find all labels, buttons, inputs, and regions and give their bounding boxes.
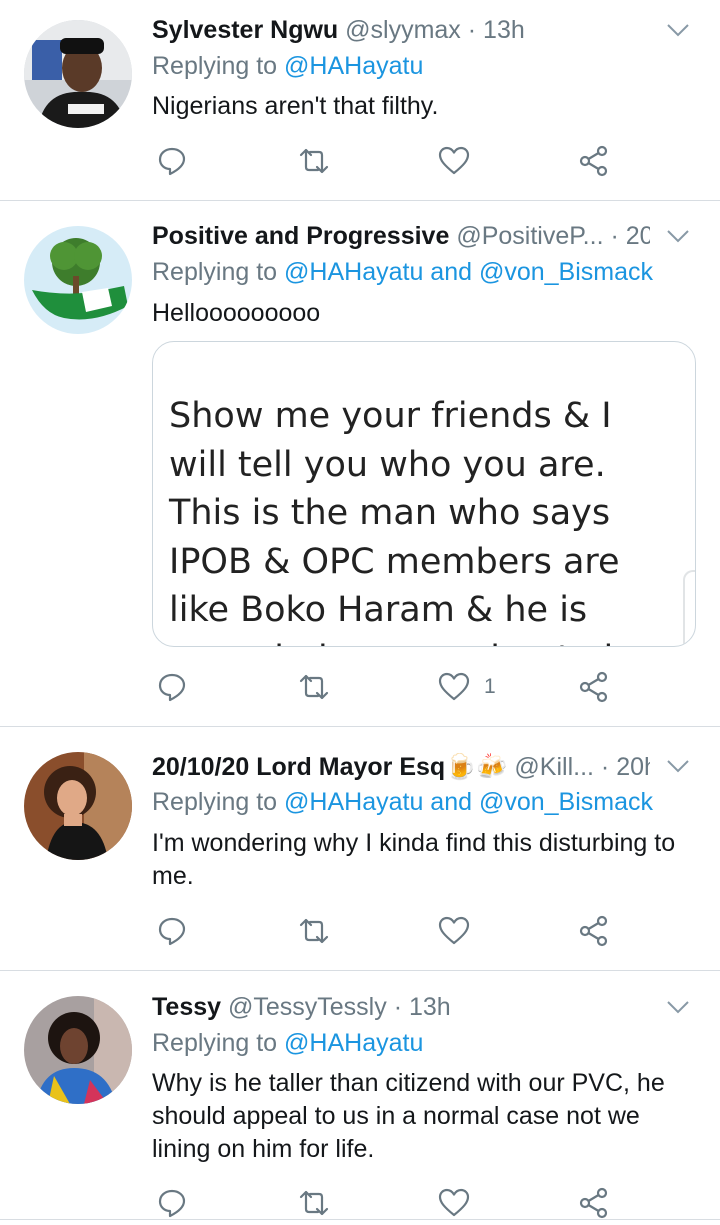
mention-link[interactable]: @HAHayatu — [284, 52, 423, 80]
reply-icon — [158, 673, 186, 702]
replying-label: Replying to — [152, 788, 285, 816]
mention-link[interactable]: @von_Bismack — [479, 788, 653, 816]
like-count: 1 — [484, 675, 496, 698]
like-button[interactable] — [438, 1183, 484, 1223]
share-button[interactable] — [578, 667, 610, 707]
separator-dot: · — [600, 753, 610, 781]
like-icon — [438, 1188, 470, 1217]
tweet-header: Positive and Progressive @PositiveP... ·… — [152, 222, 650, 251]
share-button[interactable] — [578, 911, 610, 951]
share-icon — [579, 145, 608, 177]
reply-icon — [158, 917, 186, 946]
mention-link[interactable]: @von_Bismack — [479, 258, 653, 286]
share-icon — [579, 1187, 608, 1219]
tweet-header: Tessy @TessyTessly · 13h — [152, 993, 650, 1022]
tweet-actions: 1 — [0, 667, 720, 707]
media-scroll-edge — [683, 570, 695, 646]
replying-label: Replying to — [152, 1029, 285, 1057]
tweet-actions — [0, 141, 720, 181]
chevron-down-icon[interactable] — [666, 18, 690, 42]
mention-link[interactable]: @HAHayatu — [284, 258, 423, 286]
like-button[interactable]: 1 — [438, 667, 496, 707]
replying-label: Replying to — [152, 52, 285, 80]
quoted-text: Show me your friends & I will tell you w… — [169, 396, 635, 646]
quoted-media-card[interactable]: Show me your friends & I will tell you w… — [152, 341, 696, 647]
user-handle[interactable]: @PositiveP... — [456, 222, 603, 250]
reply-button[interactable] — [156, 667, 188, 707]
replying-to: Replying to @HAHayatu and @von_Bismack — [152, 258, 653, 287]
share-button[interactable] — [578, 141, 610, 181]
display-name[interactable]: Tessy — [152, 993, 221, 1021]
user-handle[interactable]: @slyymax — [345, 16, 461, 44]
tweet-text: Nigerians aren't that filthy. — [152, 92, 439, 120]
timestamp[interactable]: 20h — [616, 753, 650, 781]
like-button[interactable] — [438, 141, 484, 181]
reply-button[interactable] — [156, 1183, 188, 1223]
tweet-text: Why is he taller than citizend with our … — [152, 1069, 665, 1163]
replying-to: Replying to @HAHayatu — [152, 1029, 423, 1058]
tweet-3[interactable]: 20/10/20 Lord Mayor Esq🍺🍻 @Kill... · 20h… — [0, 727, 720, 971]
separator-dot: · — [393, 993, 403, 1021]
replying-to: Replying to @HAHayatu — [152, 52, 423, 81]
replying-to: Replying to @HAHayatu and @von_Bismack — [152, 788, 653, 817]
retweet-button[interactable] — [298, 911, 330, 951]
tweet-4[interactable]: Tessy @TessyTessly · 13h Replying to @HA… — [0, 971, 720, 1220]
chevron-down-icon[interactable] — [666, 224, 690, 248]
mention-link[interactable]: @HAHayatu — [284, 788, 423, 816]
tweet-2[interactable]: Positive and Progressive @PositiveP... ·… — [0, 201, 720, 727]
timestamp[interactable]: 20h — [626, 222, 650, 250]
reply-icon — [158, 147, 186, 176]
display-name[interactable]: Sylvester Ngwu — [152, 16, 338, 44]
retweet-button[interactable] — [298, 141, 330, 181]
retweet-button[interactable] — [298, 667, 330, 707]
user-handle[interactable]: @Kill... — [514, 753, 594, 781]
separator-dot: · — [610, 222, 619, 250]
reply-button[interactable] — [156, 911, 188, 951]
retweet-icon — [299, 148, 329, 174]
replying-join: and — [423, 788, 479, 816]
retweet-icon — [299, 1190, 329, 1216]
share-button[interactable] — [578, 1183, 610, 1223]
like-icon — [438, 146, 470, 175]
reply-button[interactable] — [156, 141, 188, 181]
replying-join: and — [423, 258, 479, 286]
avatar[interactable] — [24, 996, 132, 1104]
name-emoji: 🍺🍻 — [445, 753, 508, 781]
retweet-button[interactable] — [298, 1183, 330, 1223]
mention-link[interactable]: @HAHayatu — [284, 1029, 423, 1057]
tweet-1[interactable]: Sylvester Ngwu @slyymax · 13h Replying t… — [0, 0, 720, 201]
tweet-actions — [0, 911, 720, 951]
like-button[interactable] — [438, 911, 484, 951]
avatar[interactable] — [24, 226, 132, 334]
share-icon — [579, 671, 608, 703]
reply-icon — [158, 1189, 186, 1218]
like-icon — [438, 916, 470, 945]
avatar[interactable] — [24, 752, 132, 860]
retweet-icon — [299, 674, 329, 700]
display-name[interactable]: 20/10/20 Lord Mayor Esq — [152, 753, 445, 781]
like-icon — [438, 672, 470, 701]
tweet-header: 20/10/20 Lord Mayor Esq🍺🍻 @Kill... · 20h — [152, 753, 650, 782]
avatar[interactable] — [24, 20, 132, 128]
timestamp[interactable]: 13h — [409, 993, 451, 1021]
separator-dot: · — [467, 16, 477, 44]
display-name[interactable]: Positive and Progressive — [152, 222, 449, 250]
chevron-down-icon[interactable] — [666, 754, 690, 778]
tweet-text: Hellooooooooo — [152, 299, 321, 327]
user-handle[interactable]: @TessyTessly — [228, 993, 387, 1021]
timestamp[interactable]: 13h — [483, 16, 525, 44]
tweet-header: Sylvester Ngwu @slyymax · 13h — [152, 16, 650, 45]
tweet-text: I'm wondering why I kinda find this dist… — [152, 829, 676, 890]
tweet-actions — [0, 1183, 720, 1223]
retweet-icon — [299, 918, 329, 944]
share-icon — [579, 915, 608, 947]
chevron-down-icon[interactable] — [666, 995, 690, 1019]
replying-label: Replying to — [152, 258, 285, 286]
